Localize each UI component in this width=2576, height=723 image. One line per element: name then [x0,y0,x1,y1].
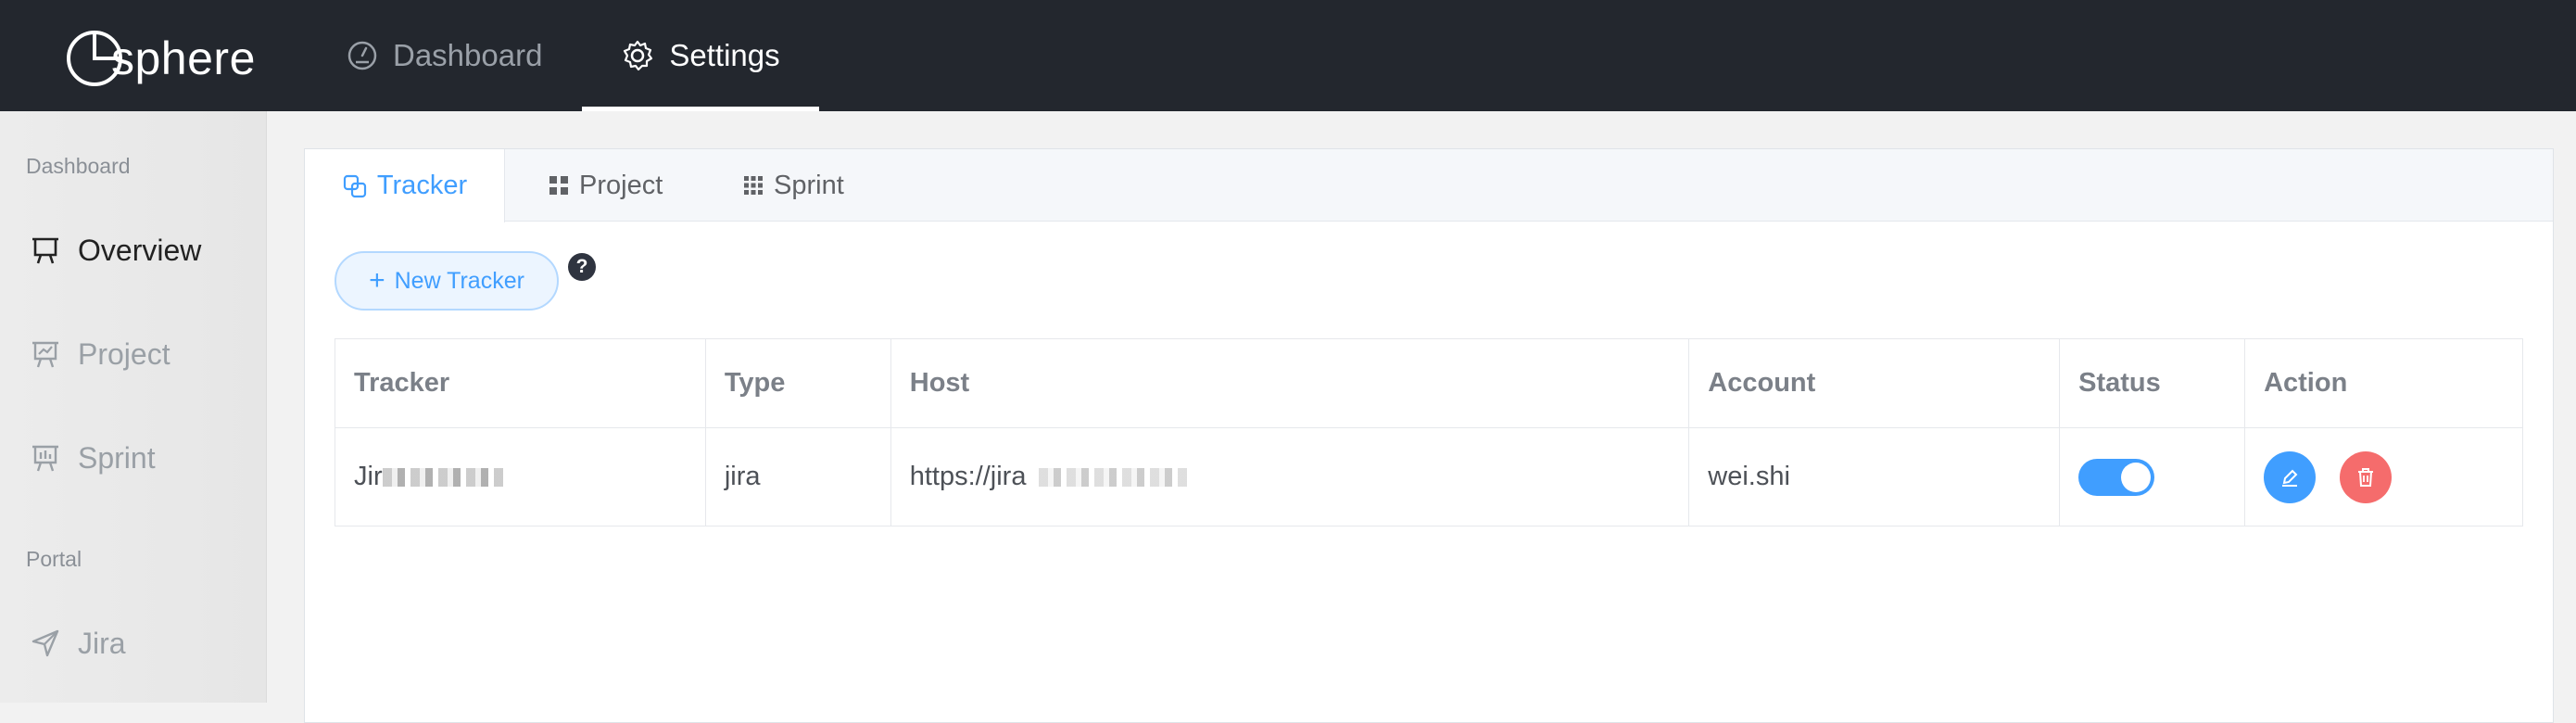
tab-sprint[interactable]: Sprint [742,149,844,222]
redacted-text [1039,468,1188,488]
nav-dashboard[interactable]: Dashboard [347,0,542,111]
tab-bar: Tracker Project Sprint [305,149,2553,222]
sidebar-item-jira[interactable]: Jira [30,615,126,671]
new-tracker-button[interactable]: + New Tracker [335,251,559,311]
tab-tracker[interactable]: Tracker [305,149,505,222]
table-row: Jir jira https://jira wei.shi [335,427,2523,526]
nav-settings[interactable]: Settings [582,0,819,111]
tab-label: Tracker [376,171,468,200]
column-header-type: Type [704,338,891,428]
sidebar-item-label: Overview [78,233,202,267]
gauge-icon [347,41,377,70]
edit-button[interactable] [2264,450,2317,503]
table-header-row: Tracker Type Host Account Status Action [335,338,2523,428]
dots-grid-icon [744,176,763,195]
cell-tracker: Jir [335,427,706,526]
sidebar-item-project[interactable]: Project [30,326,170,382]
sidebar: Dashboard Overview Project Sprint Portal [0,111,267,703]
settings-card: Tracker Project Sprint + New Tracker ? T… [304,148,2554,723]
top-bar: sphere Dashboard Settings [0,0,2576,111]
column-header-action: Action [2244,338,2523,428]
host-url: https://jira [909,462,1027,491]
logo-text: sphere [111,32,256,84]
sidebar-item-label: Jira [78,626,126,660]
tab-label: Project [579,170,663,200]
delete-button[interactable] [2340,450,2393,503]
sidebar-item-overview[interactable]: Overview [30,222,201,278]
logo-icon [67,31,122,86]
sidebar-item-label: Sprint [78,440,156,475]
cell-account: wei.shi [1688,427,2061,526]
nav-dashboard-label: Dashboard [393,38,543,72]
cell-host: https://jira [890,427,1690,526]
sidebar-item-sprint[interactable]: Sprint [30,430,156,486]
tracker-name: Jir [354,462,383,491]
redacted-text [382,468,503,488]
column-header-account: Account [1688,338,2061,428]
tab-label: Sprint [774,170,844,200]
column-header-host: Host [890,338,1690,428]
sidebar-item-label: Project [78,336,170,371]
chart-board-icon [32,341,58,368]
sidebar-group-portal: Portal [26,547,82,571]
sidebar-group-dashboard: Dashboard [26,154,131,178]
board-icon [32,445,58,472]
send-icon [32,629,59,657]
presentation-icon [32,237,58,264]
plus-icon: + [369,265,385,296]
app-logo[interactable]: sphere [65,26,256,91]
tracker-table: Tracker Type Host Account Status Action … [335,338,2523,526]
link-squares-icon [343,174,366,197]
new-tracker-label: New Tracker [394,267,524,294]
status-toggle[interactable] [2078,458,2155,496]
grid-icon [549,176,568,195]
nav-settings-label: Settings [669,38,780,72]
cell-type: jira [704,427,891,526]
pencil-icon [2282,469,2298,487]
column-header-status: Status [2059,338,2246,428]
trash-icon [2358,467,2374,487]
gear-icon [624,40,653,71]
help-icon[interactable]: ? [568,253,596,281]
tab-project[interactable]: Project [548,149,663,222]
cell-status [2059,427,2246,526]
cell-action [2244,427,2523,526]
column-header-tracker: Tracker [335,338,706,428]
